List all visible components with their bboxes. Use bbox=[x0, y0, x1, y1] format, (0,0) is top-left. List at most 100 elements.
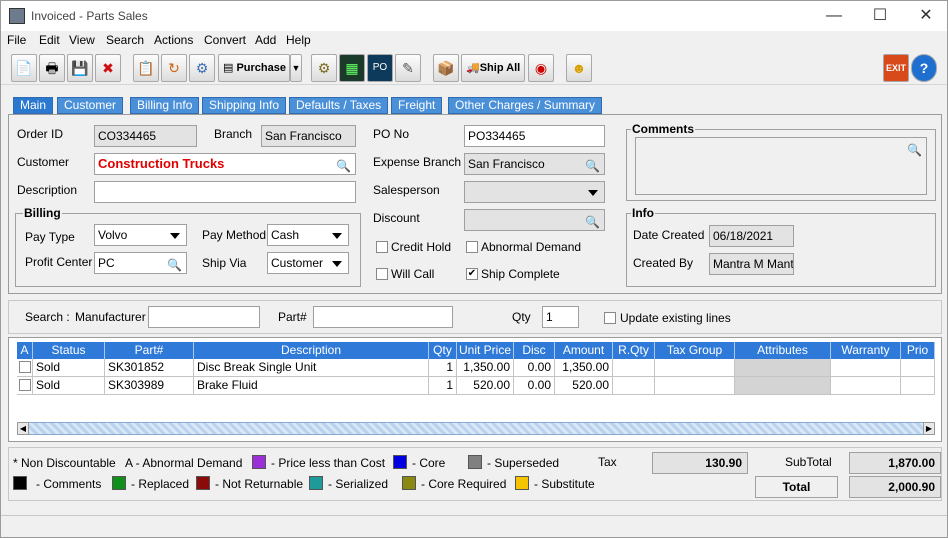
column-qty[interactable]: Qty bbox=[429, 342, 457, 359]
purchase-button[interactable]: ▤ Purchase bbox=[218, 54, 290, 82]
ship-all-button[interactable]: 🚚Ship All bbox=[461, 54, 525, 82]
report-icon[interactable]: 📋 bbox=[133, 54, 159, 82]
update-existing-checkbox[interactable] bbox=[604, 312, 616, 324]
menu-file[interactable]: File bbox=[7, 33, 26, 47]
comments-textarea[interactable]: 🔍 bbox=[635, 137, 927, 195]
discount-search-icon[interactable]: 🔍 bbox=[585, 212, 600, 230]
exit-button[interactable]: EXIT bbox=[883, 54, 909, 82]
column-warranty[interactable]: Warranty bbox=[831, 342, 901, 359]
column-description[interactable]: Description bbox=[194, 342, 429, 359]
menu-help[interactable]: Help bbox=[286, 33, 311, 47]
save-icon[interactable]: 💾 bbox=[67, 54, 93, 82]
po-no-label: PO No bbox=[373, 127, 410, 141]
pay-method-select[interactable]: Cash bbox=[267, 224, 349, 246]
horizontal-scrollbar[interactable] bbox=[17, 422, 935, 435]
column-prio[interactable]: Prio bbox=[901, 342, 935, 359]
row-select-checkbox[interactable] bbox=[19, 379, 31, 391]
profit-center-search-icon[interactable]: 🔍 bbox=[167, 255, 182, 273]
menu-convert[interactable]: Convert bbox=[204, 33, 246, 47]
ship-complete-checkbox[interactable]: ✔ bbox=[466, 268, 478, 280]
discount-input[interactable]: 🔍 bbox=[464, 209, 605, 231]
description-input[interactable] bbox=[94, 181, 356, 203]
column-tax-group[interactable]: Tax Group bbox=[655, 342, 735, 359]
help-button[interactable]: ? bbox=[911, 54, 937, 82]
new-document-icon[interactable]: 📄 bbox=[11, 54, 37, 82]
credit-hold-label: Credit Hold bbox=[391, 240, 452, 254]
legend-core-required: - Core Required bbox=[421, 477, 507, 491]
settings-gear-icon[interactable]: ⚙ bbox=[189, 54, 215, 82]
minimize-button[interactable]: — bbox=[811, 1, 857, 31]
po-icon[interactable]: PO bbox=[367, 54, 393, 82]
edit-pen-icon[interactable]: ✎ bbox=[395, 54, 421, 82]
legend-superseded: - Superseded bbox=[487, 456, 560, 470]
column-disc[interactable]: Disc bbox=[514, 342, 555, 359]
close-button[interactable]: ✕ bbox=[903, 1, 948, 31]
maximize-button[interactable]: ☐ bbox=[857, 1, 903, 31]
manufacturer-input[interactable] bbox=[148, 306, 260, 328]
tax-group-cell bbox=[655, 359, 735, 377]
qty-input[interactable]: 1 bbox=[542, 306, 579, 328]
part-number-input[interactable] bbox=[313, 306, 453, 328]
will-call-checkbox[interactable] bbox=[376, 268, 388, 280]
pay-type-select[interactable]: Volvo bbox=[94, 224, 187, 246]
column-part[interactable]: Part# bbox=[105, 342, 194, 359]
column-amount[interactable]: Amount bbox=[555, 342, 613, 359]
expense-branch-search-icon[interactable]: 🔍 bbox=[585, 156, 600, 174]
menu-add[interactable]: Add bbox=[255, 33, 276, 47]
print-icon[interactable]: 🖶 bbox=[39, 54, 65, 82]
expense-branch-input[interactable]: San Francisco 🔍 bbox=[464, 153, 605, 175]
box-icon[interactable]: 📦 bbox=[433, 54, 459, 82]
abnormal-demand-label: Abnormal Demand bbox=[481, 240, 582, 254]
profit-center-input[interactable]: PC 🔍 bbox=[94, 252, 187, 274]
menu-edit[interactable]: Edit bbox=[39, 33, 60, 47]
scroll-left-icon[interactable]: ◀ bbox=[17, 422, 29, 435]
qty-cell: 1 bbox=[429, 359, 457, 377]
menu-actions[interactable]: Actions bbox=[154, 33, 193, 47]
po-no-input[interactable]: PO334465 bbox=[464, 125, 605, 147]
tab-customer[interactable]: Customer bbox=[57, 97, 124, 114]
purchase-icon: ▤ bbox=[223, 62, 237, 74]
column-status[interactable]: Status bbox=[33, 342, 105, 359]
tab-main[interactable]: Main bbox=[13, 97, 54, 114]
app-icon bbox=[9, 8, 25, 24]
worker-icon[interactable]: ☻ bbox=[566, 54, 592, 82]
tab-shipping-info[interactable]: Shipping Info bbox=[202, 97, 287, 114]
tax-value: 130.90 bbox=[652, 452, 748, 474]
subtotal-value: 1,870.00 bbox=[849, 452, 941, 474]
scroll-right-icon[interactable]: ▶ bbox=[923, 422, 935, 435]
tab-freight[interactable]: Freight bbox=[391, 97, 443, 114]
column-a[interactable]: A bbox=[17, 342, 33, 359]
customer-input[interactable]: Construction Trucks 🔍 bbox=[94, 153, 356, 175]
unit-price-cell: 1,350.00 bbox=[457, 359, 514, 377]
rqty-cell bbox=[613, 359, 655, 377]
column-attributes[interactable]: Attributes bbox=[735, 342, 831, 359]
column-rqty[interactable]: R.Qty bbox=[613, 342, 655, 359]
row-select-checkbox[interactable] bbox=[19, 361, 31, 373]
menu-view[interactable]: View bbox=[69, 33, 95, 47]
tab-billing-info[interactable]: Billing Info bbox=[130, 97, 200, 114]
tab-defaults-taxes[interactable]: Defaults / Taxes bbox=[289, 97, 389, 114]
apple-icon[interactable]: ◉ bbox=[528, 54, 554, 82]
refresh-icon[interactable]: ↻ bbox=[161, 54, 187, 82]
purchase-dropdown-icon[interactable]: ▼ bbox=[290, 54, 302, 82]
tab-other-charges-summary[interactable]: Other Charges / Summary bbox=[448, 97, 603, 114]
gear-tool-icon[interactable]: ⚙ bbox=[311, 54, 337, 82]
ship-via-select[interactable]: Customer bbox=[267, 252, 349, 274]
part-cell: SK303989 bbox=[105, 377, 194, 395]
customer-search-icon[interactable]: 🔍 bbox=[336, 156, 351, 174]
customer-value: Construction Trucks bbox=[98, 156, 225, 171]
row-select-cell bbox=[17, 377, 33, 395]
swatch-substitute bbox=[515, 476, 529, 490]
delete-icon[interactable]: ✖ bbox=[95, 54, 121, 82]
tax-group-cell bbox=[655, 377, 735, 395]
menu-search[interactable]: Search bbox=[106, 33, 144, 47]
salesperson-select[interactable] bbox=[464, 181, 605, 203]
column-unit-price[interactable]: Unit Price bbox=[457, 342, 514, 359]
description-label: Description bbox=[17, 183, 78, 197]
comments-search-icon[interactable]: 🔍 bbox=[907, 140, 922, 160]
calculator-icon[interactable]: ▦ bbox=[339, 54, 365, 82]
abnormal-demand-checkbox[interactable] bbox=[466, 241, 478, 253]
expense-branch-value: San Francisco bbox=[468, 157, 545, 171]
row-select-cell bbox=[17, 359, 33, 377]
credit-hold-checkbox[interactable] bbox=[376, 241, 388, 253]
